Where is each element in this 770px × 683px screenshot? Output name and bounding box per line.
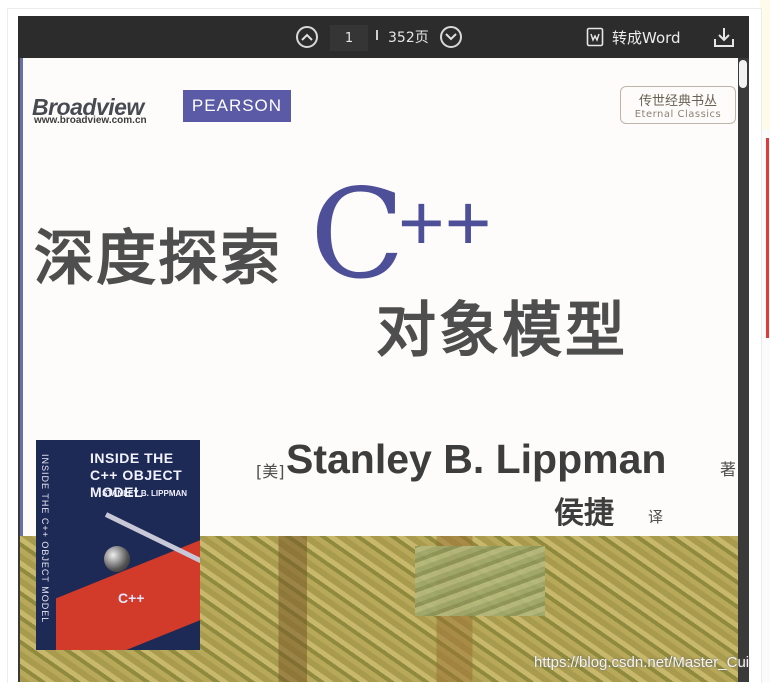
author-name: Stanley B. Lippman — [286, 436, 667, 482]
book-title-plusplus: ++ — [398, 178, 492, 267]
convert-to-word-label: 转成Word — [612, 28, 681, 47]
next-page-button[interactable] — [440, 26, 462, 48]
author-role: 著 — [720, 460, 737, 479]
cover-red-wedge — [56, 521, 200, 650]
series-name-cn: 传世经典书丛 — [638, 94, 717, 109]
page-number-input[interactable] — [330, 25, 368, 51]
publisher-url: www.broadview.com.cn — [34, 115, 147, 126]
prev-page-button[interactable] — [296, 26, 318, 48]
series-name-en: Eternal Classics — [634, 109, 722, 120]
word-doc-icon — [586, 27, 604, 47]
document-viewport[interactable]: Broadview www.broadview.com.cn PEARSON 传… — [18, 58, 749, 682]
chevron-down-icon — [445, 33, 457, 41]
cover-checkered-ball — [104, 546, 130, 572]
download-icon — [714, 28, 734, 47]
author-nationality: [美] — [256, 462, 285, 481]
pdf-toolbar: 352页 转成Word — [18, 16, 749, 58]
book-title-cn: 深度探索 — [34, 224, 282, 294]
chevron-up-icon — [301, 33, 313, 41]
translator-name: 侯捷 — [554, 496, 614, 531]
book-cover-page: Broadview www.broadview.com.cn PEARSON 传… — [20, 58, 738, 682]
original-cover-thumbnail: INSIDE THE C++ OBJECT MODEL INSIDE THE C… — [36, 440, 200, 650]
book-subtitle-cn: 对象模型 — [376, 296, 628, 366]
pearson-label: PEARSON — [191, 96, 283, 115]
right-side-accent-bar — [766, 138, 769, 338]
translator-role: 译 — [648, 508, 664, 526]
book-title-c: C — [310, 163, 405, 307]
cover-spine-text: INSIDE THE C++ OBJECT MODEL — [40, 454, 50, 624]
vertical-scrollbar[interactable] — [738, 58, 749, 682]
download-button[interactable] — [712, 25, 736, 49]
cover-author: STANLEY B. LIPPMAN — [102, 489, 188, 498]
scrollbar-thumb[interactable] — [739, 60, 747, 88]
pearson-logo: PEARSON — [183, 90, 291, 122]
convert-to-word-button[interactable]: 转成Word — [586, 25, 681, 49]
page-separator — [376, 30, 378, 40]
series-badge: 传世经典书丛 Eternal Classics — [620, 86, 736, 124]
total-pages-label: 352页 — [388, 30, 429, 46]
cover-cpp-label: C++ — [118, 590, 145, 606]
watermark-url: https://blog.csdn.net/Master_Cui — [534, 654, 750, 671]
